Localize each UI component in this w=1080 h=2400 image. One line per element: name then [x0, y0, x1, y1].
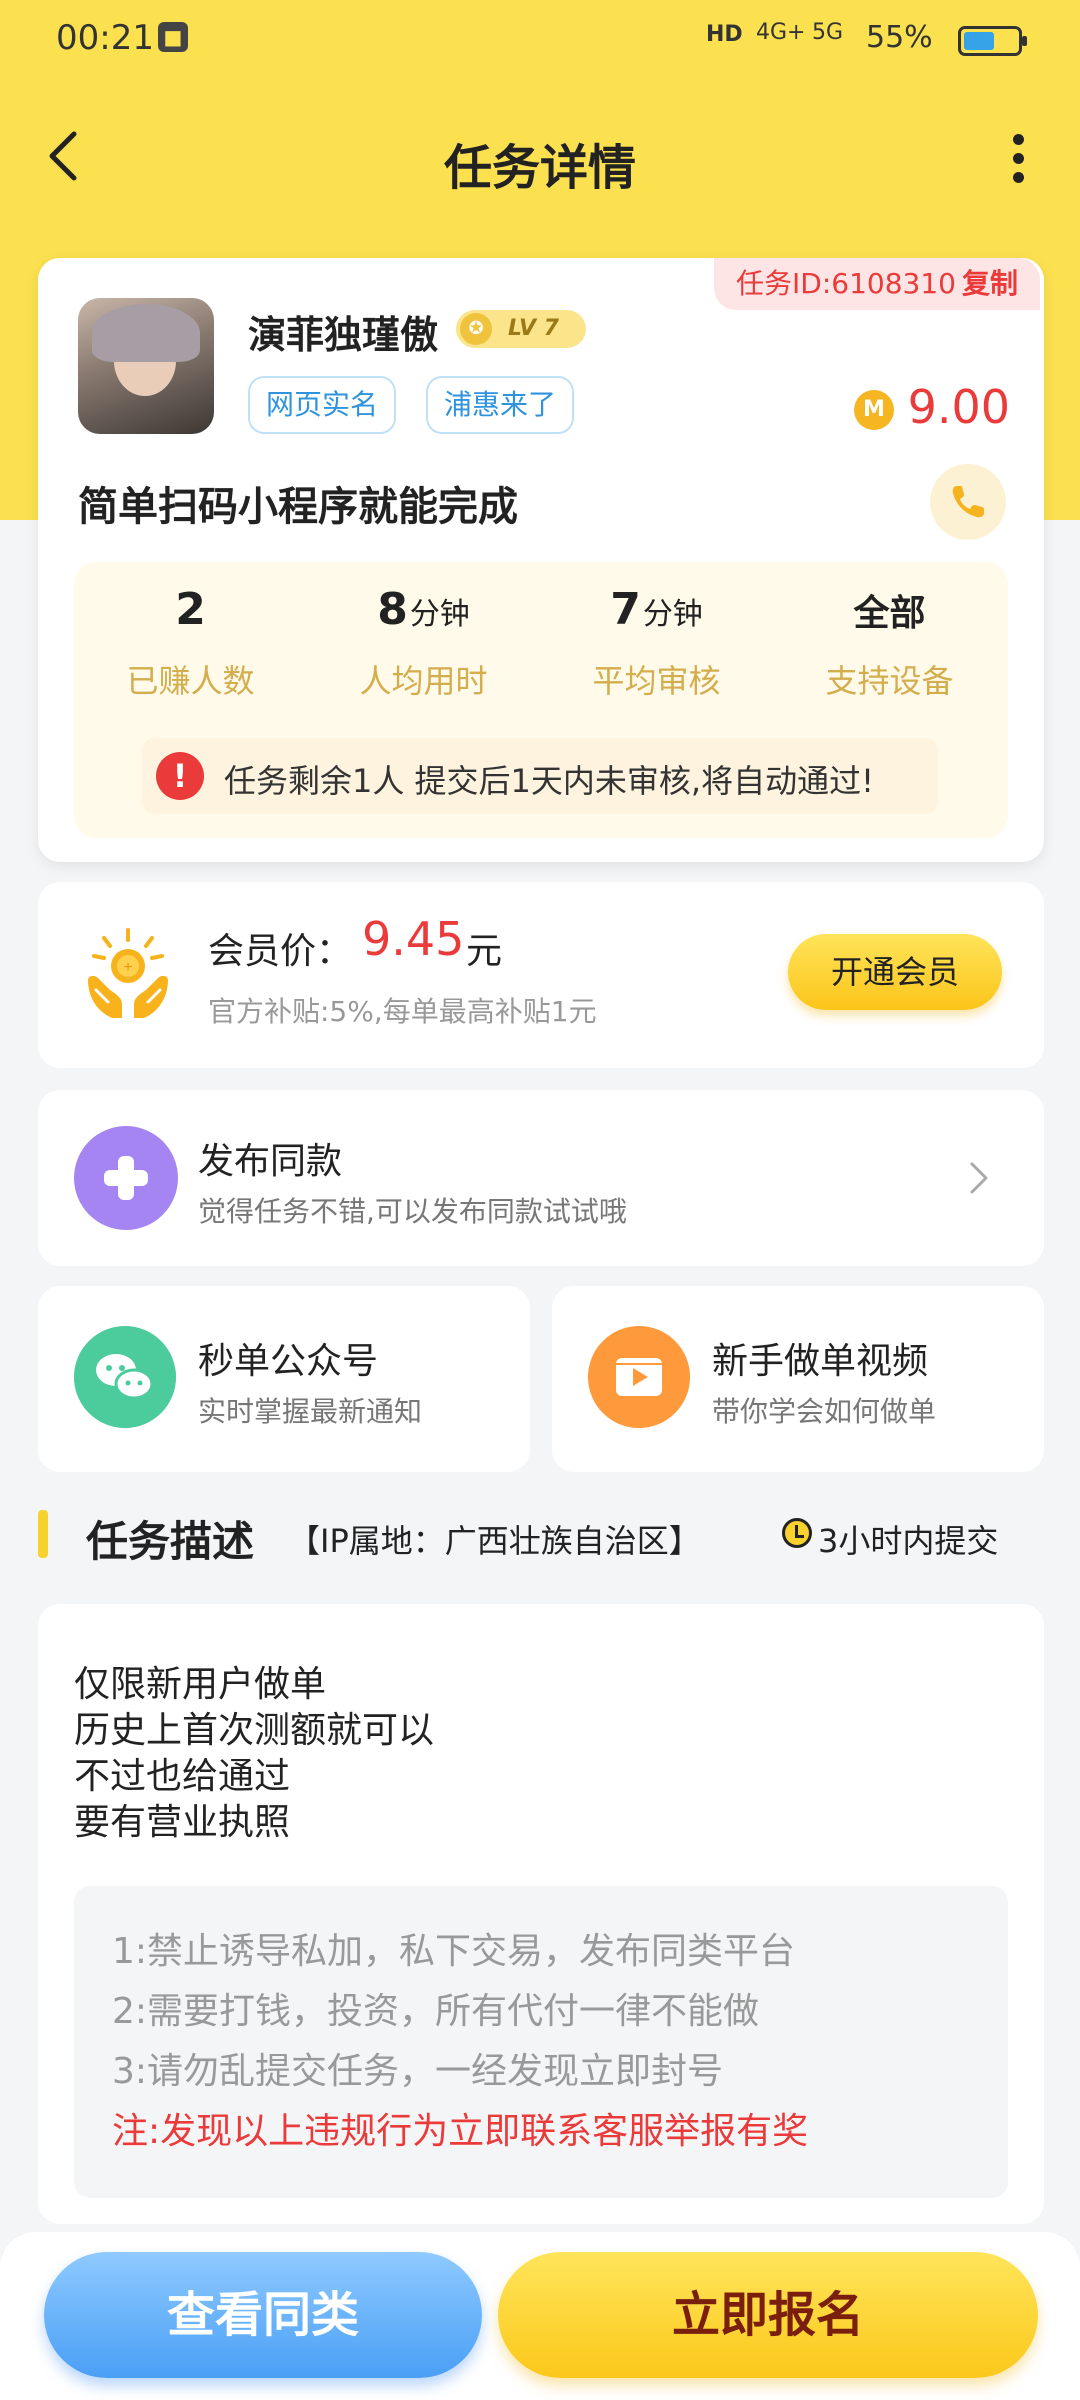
description-line: 历史上首次测额就可以	[74, 1710, 435, 1751]
rule-item: 3:请勿乱提交任务，一经发现立即封号	[112, 2051, 724, 2092]
rules-box: 1:禁止诱导私加，私下交易，发布同类平台 2:需要打钱，投资，所有代付一律不能做…	[74, 1886, 1008, 2198]
copy-button[interactable]: 复制	[962, 267, 1018, 300]
member-subsidy: 官方补贴:5%,每单最高补贴1元	[208, 995, 597, 1028]
submit-time-limit: 3小时内提交	[818, 1522, 999, 1560]
ip-location: 【IP属地：广西壮族自治区】	[288, 1522, 701, 1560]
level-badge: ✪ LV 7	[456, 310, 586, 348]
svg-text:+: +	[123, 959, 132, 976]
member-price-card: + 会员价： 9.45 元 官方补贴:5%,每单最高补贴1元 开通会员	[38, 882, 1044, 1068]
status-bar: 00:21 ■ HD 4G+ 5G 55%	[0, 0, 1080, 80]
stat-label: 支持设备	[825, 662, 954, 700]
stat-avg-review: 7分钟 平均审核	[540, 584, 773, 702]
plus-icon	[74, 1126, 178, 1230]
coin-hands-icon: +	[88, 928, 168, 1018]
page-title: 任务详情	[443, 140, 636, 196]
stat-label: 已赚人数	[126, 662, 255, 700]
stat-earned: 2 已赚人数	[74, 584, 307, 702]
rule-item: 2:需要打钱，投资，所有代付一律不能做	[112, 1991, 760, 2032]
tag-platform: 浦惠来了	[426, 376, 575, 434]
publish-title: 发布同款	[198, 1141, 343, 1182]
stat-label: 人均用时	[359, 662, 488, 700]
more-menu-icon[interactable]	[1000, 128, 1036, 188]
task-notice: ! 任务剩余1人 提交后1天内未审核,将自动通过!	[142, 738, 938, 814]
bottom-action-bar: 查看同类 立即报名	[0, 2232, 1080, 2400]
member-price: 9.45	[362, 912, 465, 966]
apply-now-button[interactable]: 立即报名	[498, 2252, 1038, 2378]
level-text: LV 7	[508, 316, 559, 341]
signal-4g-icon: 4G+	[756, 20, 806, 45]
publish-subtitle: 觉得任务不错,可以发布同款试试哦	[198, 1195, 627, 1228]
task-title: 简单扫码小程序就能完成	[78, 484, 518, 530]
stat-avg-time: 8分钟 人均用时	[307, 584, 540, 702]
wechat-subtitle: 实时掌握最新通知	[198, 1395, 423, 1428]
description-card: 仅限新用户做单 历史上首次测额就可以 不过也给通过 要有营业执照 1:禁止诱导私…	[38, 1604, 1044, 2224]
description-line: 仅限新用户做单	[74, 1664, 327, 1705]
description-line: 要有营业执照	[74, 1802, 291, 1843]
phone-icon[interactable]	[930, 464, 1006, 540]
video-subtitle: 带你学会如何做单	[712, 1395, 937, 1428]
coin-icon: M	[854, 390, 894, 430]
notice-text: 任务剩余1人 提交后1天内未审核,将自动通过!	[224, 762, 874, 800]
level-medal-icon: ✪	[460, 313, 492, 345]
rule-warning: 注:发现以上违规行为立即联系客服举报有奖	[112, 2111, 809, 2152]
tag-real-name: 网页实名	[248, 376, 397, 434]
stat-label: 平均审核	[592, 662, 721, 700]
status-time: 00:21	[56, 18, 154, 58]
description-text: 仅限新用户做单 历史上首次测额就可以 不过也给通过 要有营业执照	[74, 1662, 434, 1846]
member-price-label: 会员价：	[208, 931, 353, 972]
stat-value: 8	[377, 584, 408, 635]
view-similar-button[interactable]: 查看同类	[44, 2252, 482, 2378]
task-card: 任务ID:6108310 复制 演菲独瑾傲 ✪ LV 7 网页实名 浦惠来了 M …	[38, 258, 1044, 862]
video-title: 新手做单视频	[712, 1341, 929, 1382]
member-price-unit: 元	[466, 931, 503, 972]
stats-box: 2 已赚人数 8分钟 人均用时 7分钟 平均审核 全部 支持设备 ! 任务剩余1…	[74, 562, 1008, 838]
reward-amount: 9.00	[907, 380, 1010, 434]
stat-value: 2	[175, 584, 206, 635]
signal-5g-icon: 5G	[812, 20, 844, 45]
video-icon	[588, 1326, 690, 1428]
open-membership-button[interactable]: 开通会员	[788, 934, 1002, 1010]
stat-value: 全部	[853, 593, 926, 634]
app-notification-icon: ■	[158, 22, 188, 52]
avatar[interactable]	[78, 298, 214, 434]
clock-icon	[782, 1518, 812, 1548]
task-id-badge: 任务ID:6108310 复制	[714, 258, 1040, 310]
stat-value: 7	[610, 584, 641, 635]
hd-icon: HD	[706, 22, 743, 47]
beginner-video-card[interactable]: 新手做单视频 带你学会如何做单	[552, 1286, 1044, 1472]
description-line: 不过也给通过	[74, 1756, 291, 1797]
wechat-official-account-card[interactable]: 秒单公众号 实时掌握最新通知	[38, 1286, 530, 1472]
wechat-title: 秒单公众号	[198, 1341, 379, 1382]
publish-same-card[interactable]: 发布同款 觉得任务不错,可以发布同款试试哦	[38, 1090, 1044, 1266]
stat-unit: 分钟	[409, 597, 470, 632]
description-title: 任务描述	[86, 1517, 255, 1566]
task-id: 任务ID:6108310	[736, 267, 956, 300]
stat-unit: 分钟	[642, 597, 703, 632]
battery-icon	[958, 26, 1027, 56]
wechat-icon	[74, 1326, 176, 1428]
alert-icon: !	[156, 752, 204, 800]
section-accent-bar	[38, 1510, 48, 1558]
rule-item: 1:禁止诱导私加，私下交易，发布同类平台	[112, 1931, 796, 1972]
stat-devices: 全部 支持设备	[773, 584, 1006, 702]
chevron-right-icon	[970, 1162, 988, 1194]
user-name: 演菲独瑾傲	[248, 313, 439, 357]
battery-percent: 55%	[866, 20, 933, 55]
